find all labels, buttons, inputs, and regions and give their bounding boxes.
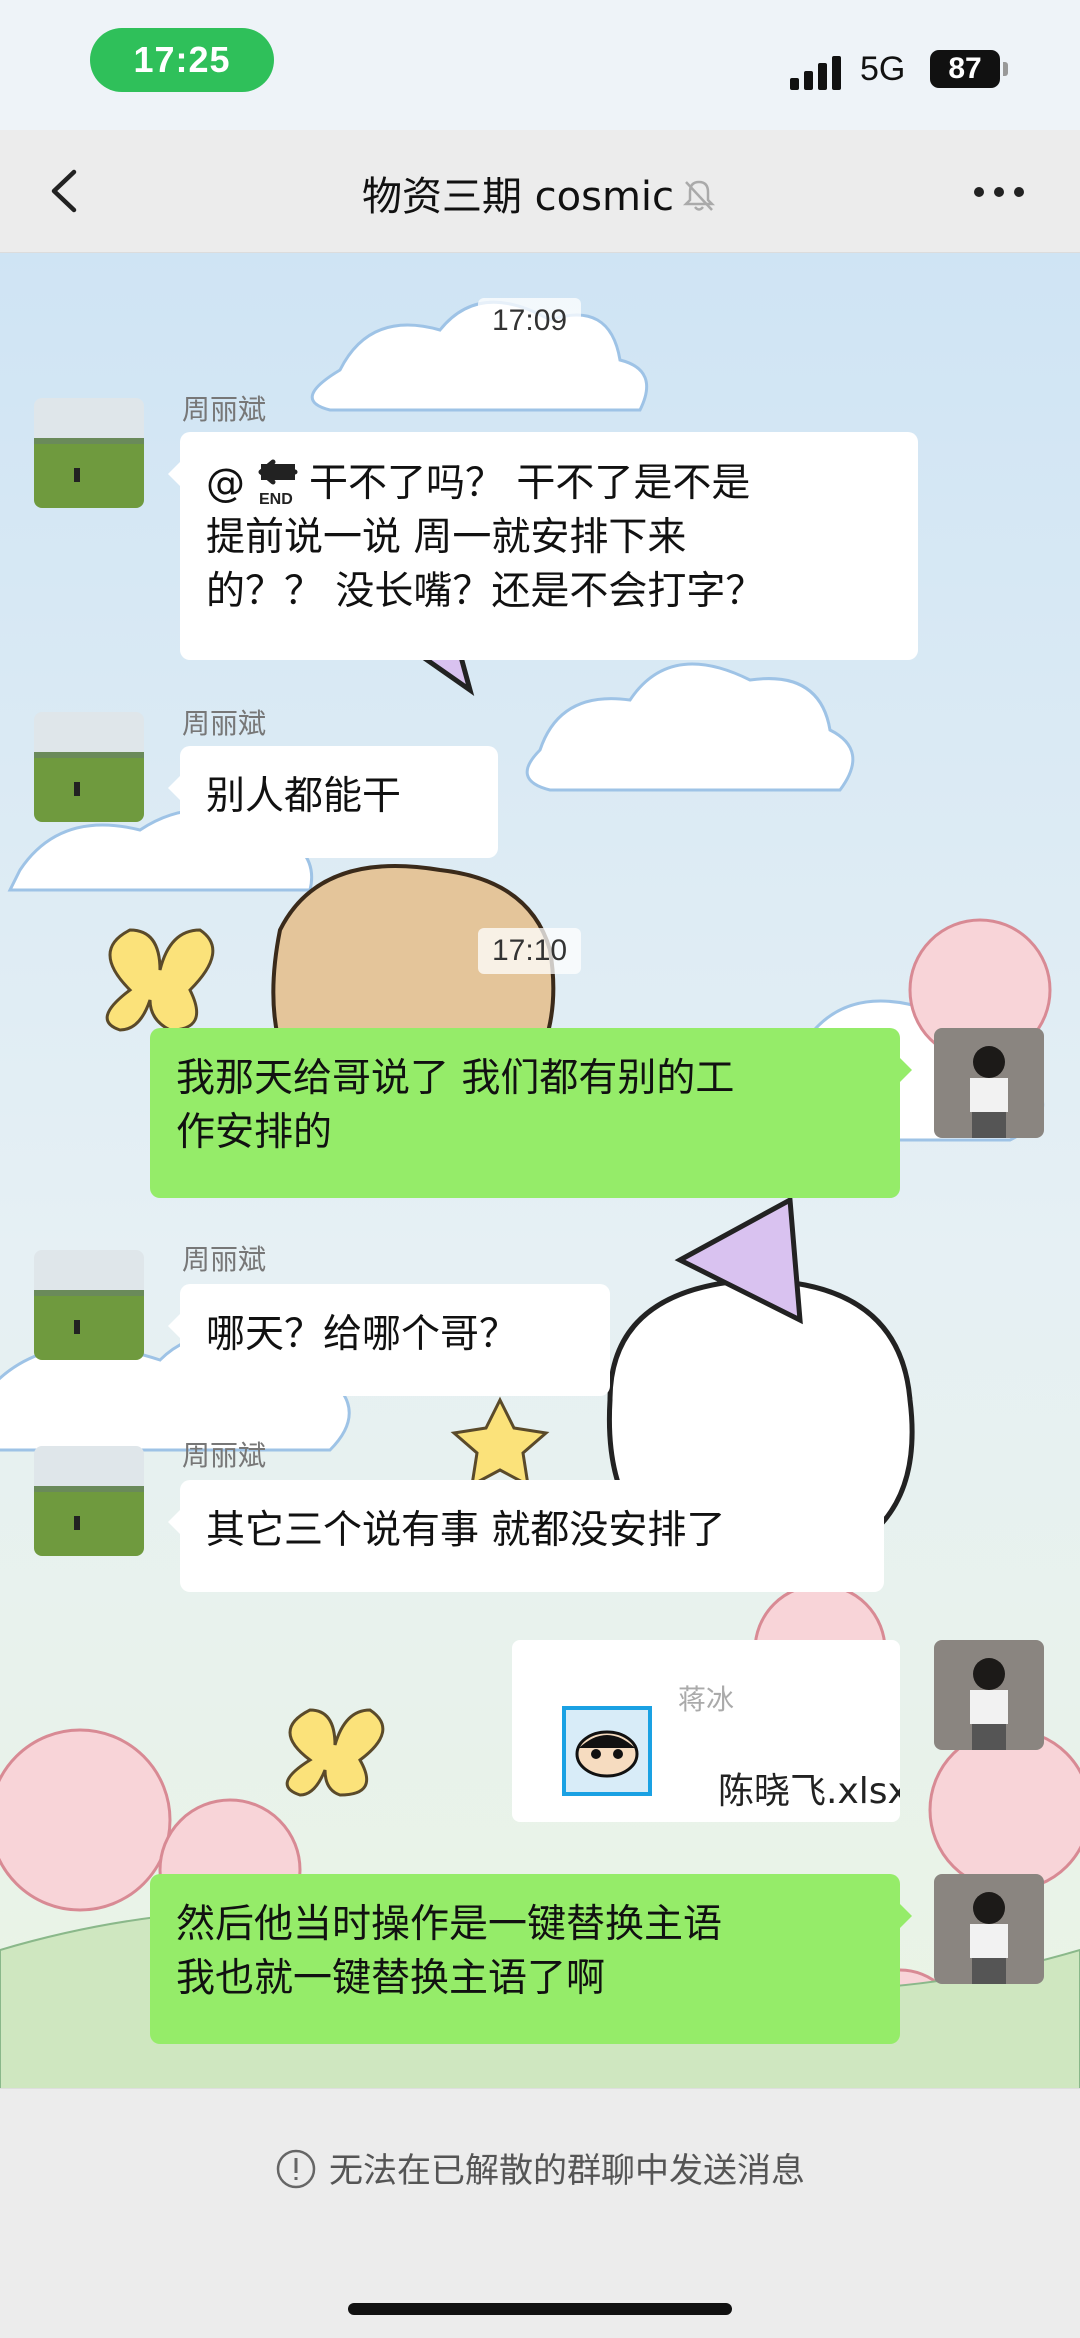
sender-name: 周丽斌 — [182, 1439, 267, 1472]
status-bar: 17:25 5G 87 — [0, 0, 1080, 130]
avatar[interactable] — [34, 1250, 144, 1360]
avatar[interactable] — [34, 398, 144, 508]
timestamp: 17:09 — [478, 298, 582, 344]
notice-text: 无法在已解散的群聊中发送消息 — [329, 2151, 805, 2191]
avatar-image — [34, 1250, 144, 1360]
message-line: 然后他当时操作是一键替换主语 — [176, 1902, 723, 1947]
timestamp: 17:10 — [478, 928, 582, 974]
avatar-image — [934, 1028, 1044, 1138]
file-thumbnail — [562, 1706, 652, 1796]
mention-at: @ — [206, 461, 245, 506]
avatar-image — [34, 712, 144, 822]
message-line: 我也就一键替换主语了啊 — [176, 1956, 606, 2001]
message-bubble[interactable]: 然后他当时操作是一键替换主语 我也就一键替换主语了啊 — [150, 1874, 912, 2044]
file-sender: 蒋冰 — [678, 1683, 735, 1716]
avatar-image — [934, 1874, 1044, 1984]
file-message-card[interactable]: 蒋冰 陈晓飞.xlsx — [512, 1640, 900, 1822]
network-type: 5G — [860, 50, 906, 88]
message-line: 提前说一说 周一就安排下来 — [206, 515, 687, 560]
signal-icon — [790, 54, 844, 90]
message-line: 的？？ 没长嘴？还是不会打字？ — [206, 569, 765, 614]
message-line: @ END 干不了吗？ 干不了是不是 — [206, 456, 892, 511]
avatar-image — [34, 398, 144, 508]
avatar[interactable] — [34, 1446, 144, 1556]
chat-title[interactable]: 物资三期 cosmic — [362, 174, 674, 220]
message-line: 我那天给哥说了 我们都有别的工 — [176, 1056, 735, 1101]
message-bubble[interactable]: @ END 干不了吗？ 干不了是不是 提前说一说 周一就安排下来 的？？ 没长嘴？还… — [168, 432, 918, 660]
avatar-image — [34, 1446, 144, 1556]
my-avatar[interactable] — [934, 1640, 1044, 1750]
svg-text:END: END — [259, 491, 293, 506]
more-options-button[interactable] — [970, 182, 1030, 202]
avatar-image — [934, 1640, 1044, 1750]
chat-title-bar: 物资三期 cosmic — [0, 164, 1080, 222]
message-bubble[interactable]: 其它三个说有事 就都没安排了 — [168, 1480, 884, 1592]
file-name: 陈晓飞.xlsx — [718, 1771, 900, 1812]
avatar[interactable] — [34, 712, 144, 822]
battery-tip — [1003, 62, 1008, 76]
battery-level: 87 — [948, 52, 982, 85]
end-arrow-icon: END — [258, 459, 298, 506]
message-bubble[interactable]: 哪天？给哪个哥？ — [168, 1284, 610, 1396]
sender-name: 周丽斌 — [182, 707, 267, 740]
disbanded-group-footer: 无法在已解散的群聊中发送消息 — [0, 2088, 1080, 2338]
message-bubble[interactable]: 我那天给哥说了 我们都有别的工 作安排的 — [150, 1028, 912, 1198]
my-avatar[interactable] — [934, 1028, 1044, 1138]
exclamation-circle-icon — [276, 2149, 316, 2189]
muted-bell-icon — [683, 180, 716, 211]
status-time[interactable]: 17:25 — [90, 28, 274, 92]
sender-name: 周丽斌 — [182, 393, 267, 426]
sender-name: 周丽斌 — [182, 1243, 267, 1276]
message-text: 干不了吗？ 干不了是不是 — [309, 461, 751, 506]
home-indicator[interactable] — [348, 2303, 732, 2315]
message-bubble[interactable]: 别人都能干 — [168, 746, 498, 858]
cartoon-face-icon — [575, 1730, 639, 1778]
notice-bar: 无法在已解散的群聊中发送消息 — [0, 2143, 1080, 2192]
message-line: 作安排的 — [176, 1110, 333, 1155]
chat-header: 物资三期 cosmic — [0, 130, 1080, 253]
my-avatar[interactable] — [934, 1874, 1044, 1984]
battery-icon: 87 — [930, 50, 1000, 88]
